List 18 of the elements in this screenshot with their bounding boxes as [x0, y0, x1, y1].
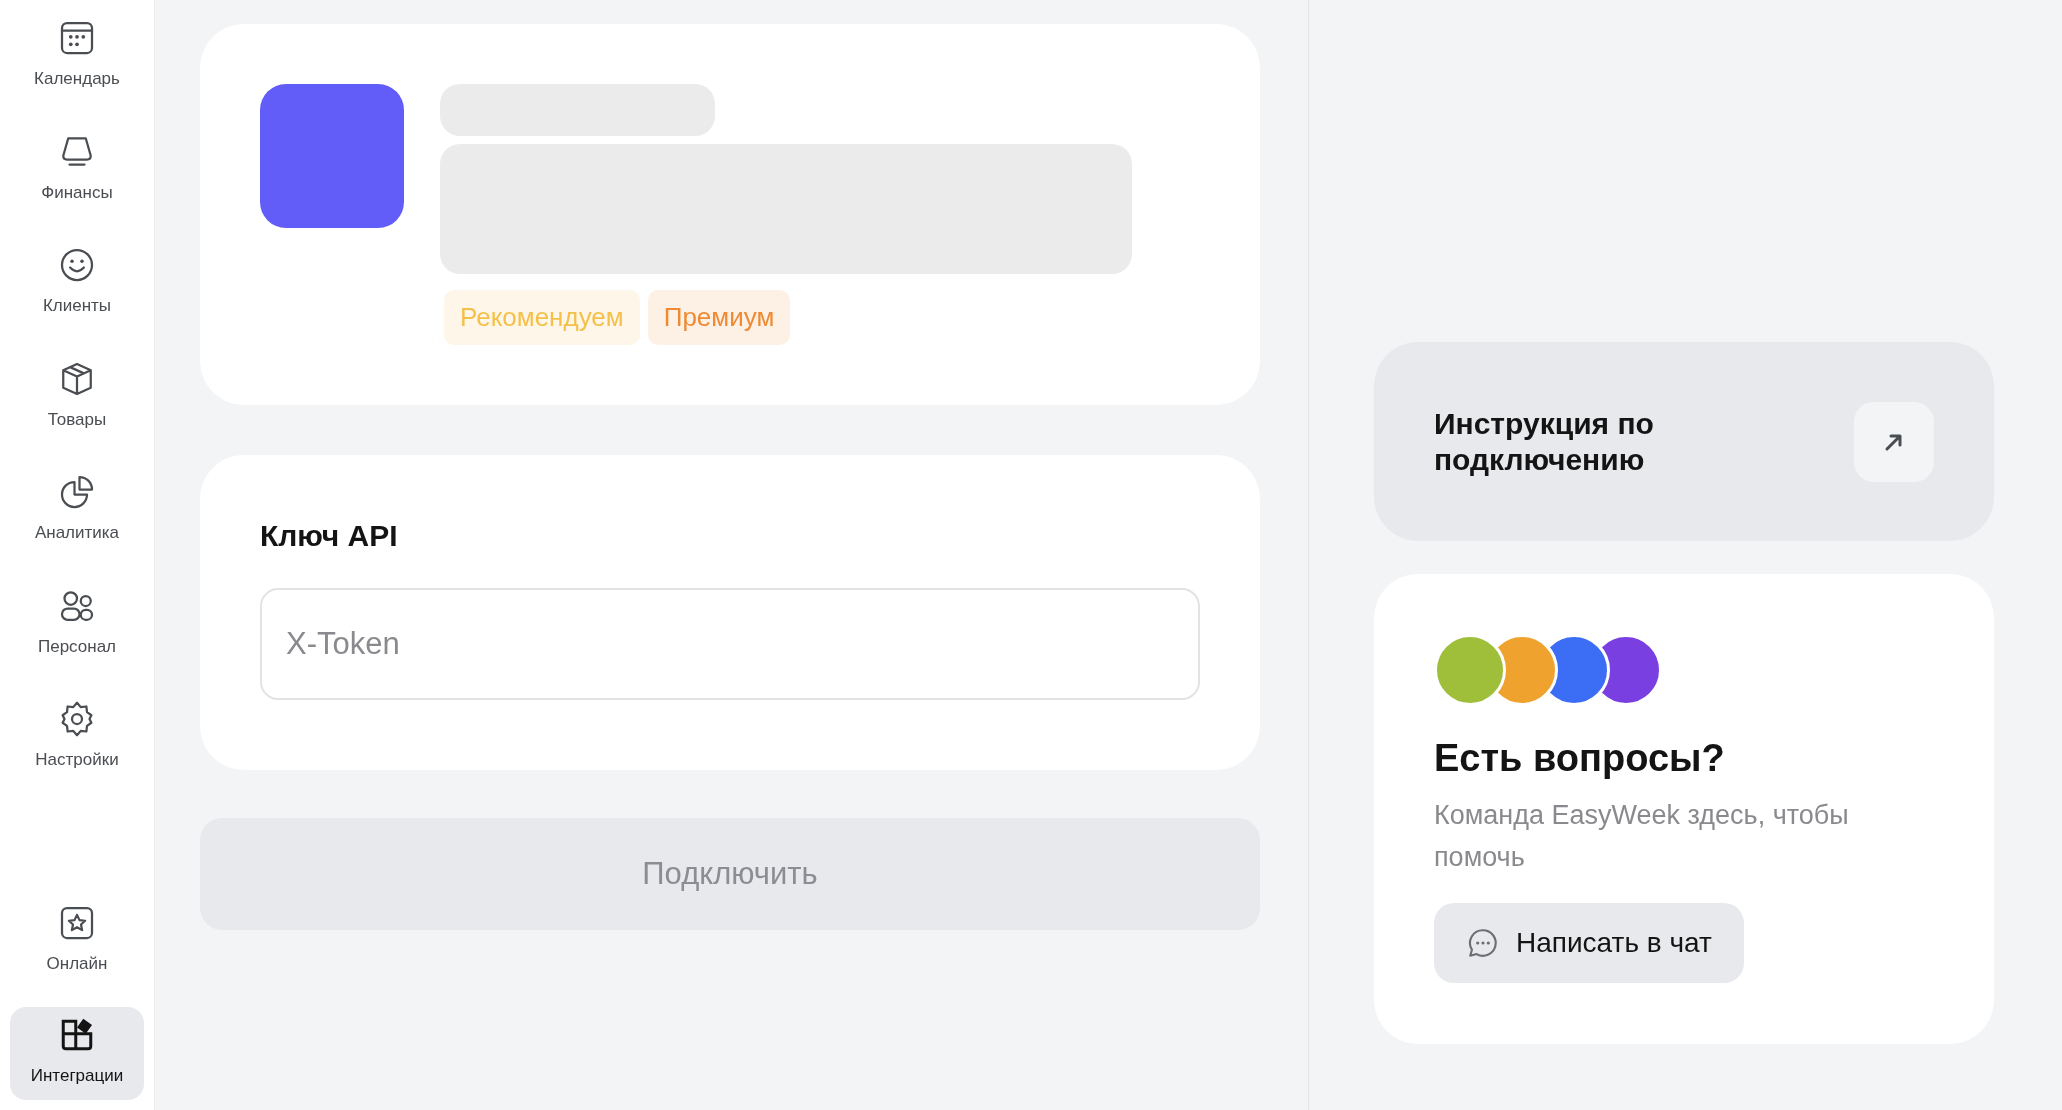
open-link-button[interactable] [1854, 401, 1934, 482]
sidebar-item[interactable]: Календарь [10, 10, 144, 104]
chat-button[interactable]: Написать в чат [1434, 902, 1744, 983]
sidebar-item[interactable]: Аналитика [10, 464, 144, 558]
sidebar-item[interactable]: Персонал [10, 577, 144, 671]
card-title: Ключ API [260, 518, 399, 554]
guide-title: Инструкция по подключению [1434, 405, 1655, 478]
tag: Премиум [647, 290, 791, 345]
sidebar-item[interactable]: Товары [10, 350, 144, 444]
input-field[interactable]: X-Token [260, 588, 1200, 700]
help-text: Команда EasyWeek здесь, чтобы помочь [1434, 799, 1850, 874]
sidebar-item[interactable]: Настройки [10, 691, 144, 785]
sidebar-item[interactable]: Онлайн [10, 895, 144, 989]
sidebar-item[interactable]: Клиенты [10, 237, 144, 331]
help-title: Есть вопросы? [1434, 736, 1726, 781]
tag: Рекомендуем [444, 290, 640, 345]
sidebar-item[interactable]: Финансы [10, 123, 144, 217]
sidebar-item[interactable]: Интеграции [10, 1006, 144, 1100]
